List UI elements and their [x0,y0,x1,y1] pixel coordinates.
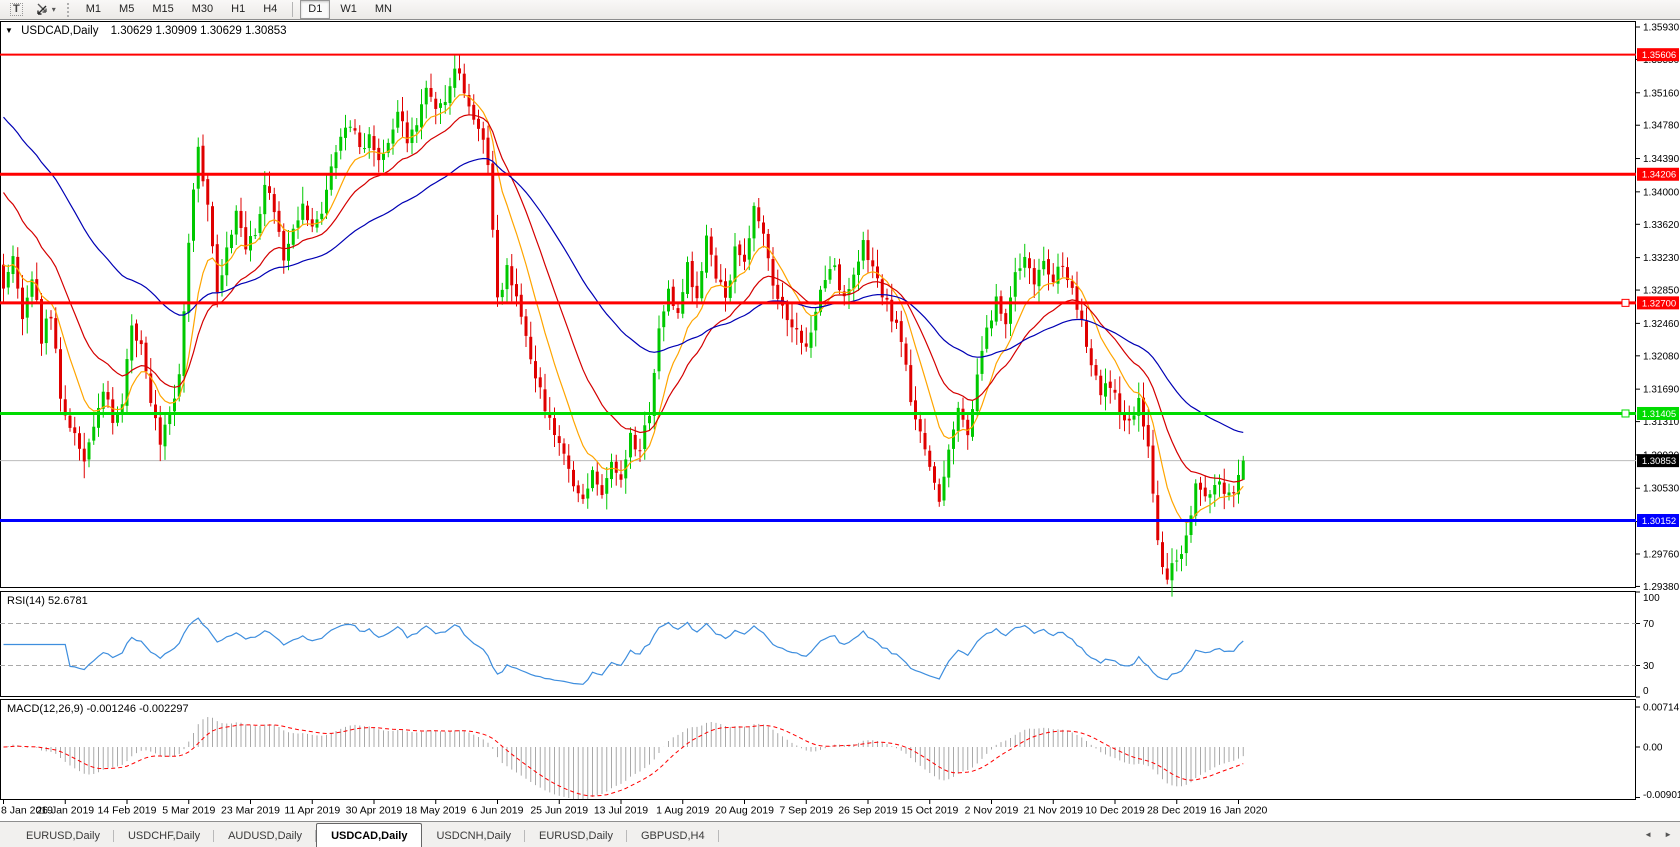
svg-text:26 Jan 2019: 26 Jan 2019 [36,805,94,817]
svg-text:1.29380: 1.29380 [1643,582,1680,593]
svg-text:1.32460: 1.32460 [1643,319,1680,330]
crosshair-arrows-icon [35,3,49,16]
svg-text:1.32080: 1.32080 [1643,351,1680,362]
svg-text:1.30853: 1.30853 [1642,456,1676,467]
tab-usdcad-daily[interactable]: USDCAD,Daily [316,823,422,847]
svg-text:23 Mar 2019: 23 Mar 2019 [221,805,280,817]
svg-text:1.32850: 1.32850 [1643,286,1680,297]
tab-scroll-left-icon[interactable]: ◄ [1644,831,1652,839]
price-badge-1.35606: 1.35606 [1637,48,1679,61]
tab-eurusd-daily[interactable]: EURUSD,Daily [525,825,627,847]
tab-audusd-daily[interactable]: AUDUSD,Daily [214,825,316,847]
timeframe-button-w1[interactable]: W1 [332,0,365,19]
svg-text:6 Jun 2019: 6 Jun 2019 [472,805,524,817]
date-axis: 8 Jan 201926 Jan 201914 Feb 20195 Mar 20… [1,800,1268,817]
svg-text:10 Dec 2019: 10 Dec 2019 [1085,805,1145,817]
tab-scroll-right-icon[interactable]: ► [1664,831,1672,839]
macd-panel[interactable] [1,700,1636,800]
text-tool-icon: T [10,3,23,16]
price-badge-1.34206: 1.34206 [1637,168,1679,181]
macd-indicator-label: MACD(12,26,9) -0.001246 -0.002297 [7,703,189,715]
toolbar-divider [292,2,293,17]
svg-text:1.35930: 1.35930 [1643,23,1680,34]
text-tool-button[interactable]: T [5,0,28,19]
svg-text:1.30530: 1.30530 [1643,484,1680,495]
tab-usdchf-daily[interactable]: USDCHF,Daily [114,825,214,847]
svg-text:1.34780: 1.34780 [1643,121,1680,132]
timeframe-button-m5[interactable]: M5 [111,0,142,19]
timeframe-button-h1[interactable]: H1 [223,0,253,19]
svg-text:13 Jul 2019: 13 Jul 2019 [594,805,648,817]
main-plot-area[interactable] [1,22,1636,588]
svg-text:1.33620: 1.33620 [1643,220,1680,231]
svg-text:1.32700: 1.32700 [1642,298,1676,309]
timeframe-button-h4[interactable]: H4 [255,0,285,19]
svg-text:0.00: 0.00 [1643,743,1663,754]
svg-text:14 Feb 2019: 14 Feb 2019 [98,805,157,817]
svg-text:20 Aug 2019: 20 Aug 2019 [715,805,774,817]
svg-text:70: 70 [1643,619,1655,630]
svg-text:16 Jan 2020: 16 Jan 2020 [1210,805,1268,817]
price-badge-1.32700: 1.32700 [1637,296,1679,309]
svg-text:1.31690: 1.31690 [1643,385,1680,396]
svg-text:30: 30 [1643,661,1655,672]
toolbar-grip [67,3,71,17]
svg-text:25 Jun 2019: 25 Jun 2019 [530,805,588,817]
timeframe-button-mn[interactable]: MN [367,0,400,19]
hline-handle[interactable] [1622,299,1629,306]
ohlc-values: 1.30629 1.30909 1.30629 1.30853 [111,25,287,37]
svg-text:1.33230: 1.33230 [1643,253,1680,264]
svg-text:1.31405: 1.31405 [1642,409,1676,420]
svg-text:26 Sep 2019: 26 Sep 2019 [838,805,898,817]
current-price-badge: 1.30853 [1637,454,1679,467]
svg-text:1.34206: 1.34206 [1642,170,1676,181]
svg-text:15 Oct 2019: 15 Oct 2019 [901,805,958,817]
timeframe-toolbar: M1M5M15M30H1H4 D1W1MN [77,0,401,19]
chart-panels [1,22,1636,800]
svg-text:5 Mar 2019: 5 Mar 2019 [162,805,215,817]
symbol-dropdown-caret-icon[interactable]: ▼ [5,26,13,35]
svg-text:1.29760: 1.29760 [1643,549,1680,560]
tabs-holder: EURUSD,DailyUSDCHF,DailyAUDUSD,DailyUSDC… [12,822,719,847]
rsi-indicator-label: RSI(14) 52.6781 [7,595,88,607]
timeframe-button-m1[interactable]: M1 [78,0,109,19]
svg-text:21 Nov 2019: 21 Nov 2019 [1023,805,1083,817]
tab-scroll-controls: ◄ ► [1644,822,1672,847]
symbol-label: USDCAD,Daily [21,25,98,37]
svg-text:28 Dec 2019: 28 Dec 2019 [1147,805,1207,817]
hline-handle[interactable] [1622,410,1629,417]
svg-text:1.35606: 1.35606 [1642,50,1676,61]
svg-text:30 Apr 2019: 30 Apr 2019 [346,805,403,817]
timeframe-button-m30[interactable]: M30 [184,0,221,19]
svg-text:1 Aug 2019: 1 Aug 2019 [656,805,709,817]
svg-text:11 Apr 2019: 11 Apr 2019 [284,805,340,817]
svg-text:0: 0 [1643,686,1649,697]
price-badge-1.30152: 1.30152 [1637,514,1679,527]
tab-eurusd-daily[interactable]: EURUSD,Daily [12,825,114,847]
svg-text:7 Sep 2019: 7 Sep 2019 [779,805,833,817]
svg-text:-0.009015: -0.009015 [1643,790,1680,801]
dropdown-caret-icon: ▾ [52,5,56,14]
timeframe-button-m15[interactable]: M15 [144,0,181,19]
svg-text:1.35160: 1.35160 [1643,88,1680,99]
svg-text:18 May 2019: 18 May 2019 [405,805,466,817]
price-badge-1.31405: 1.31405 [1637,407,1679,420]
chart-header: ▼ USDCAD,Daily 1.30629 1.30909 1.30629 1… [5,25,287,37]
chart-tab-bar: EURUSD,DailyUSDCHF,DailyAUDUSD,DailyUSDC… [0,821,1680,847]
tab-gbpusd-h4[interactable]: GBPUSD,H4 [627,825,719,847]
tab-usdcnh-daily[interactable]: USDCNH,Daily [422,825,525,847]
cursor-mode-button[interactable]: ▾ [30,0,61,19]
svg-text:0.00714: 0.00714 [1643,703,1680,714]
svg-text:2 Nov 2019: 2 Nov 2019 [965,805,1019,817]
chart-canvas[interactable]: 1.359301.355501.351601.347801.343901.340… [0,0,1680,847]
svg-text:1.34390: 1.34390 [1643,154,1680,165]
svg-text:1.30152: 1.30152 [1642,516,1676,527]
timeframe-button-d1[interactable]: D1 [300,0,330,19]
svg-text:100: 100 [1643,593,1660,604]
svg-text:1.34000: 1.34000 [1643,187,1680,198]
toolbar: T ▾ M1M5M15M30H1H4 D1W1MN [0,0,1680,20]
